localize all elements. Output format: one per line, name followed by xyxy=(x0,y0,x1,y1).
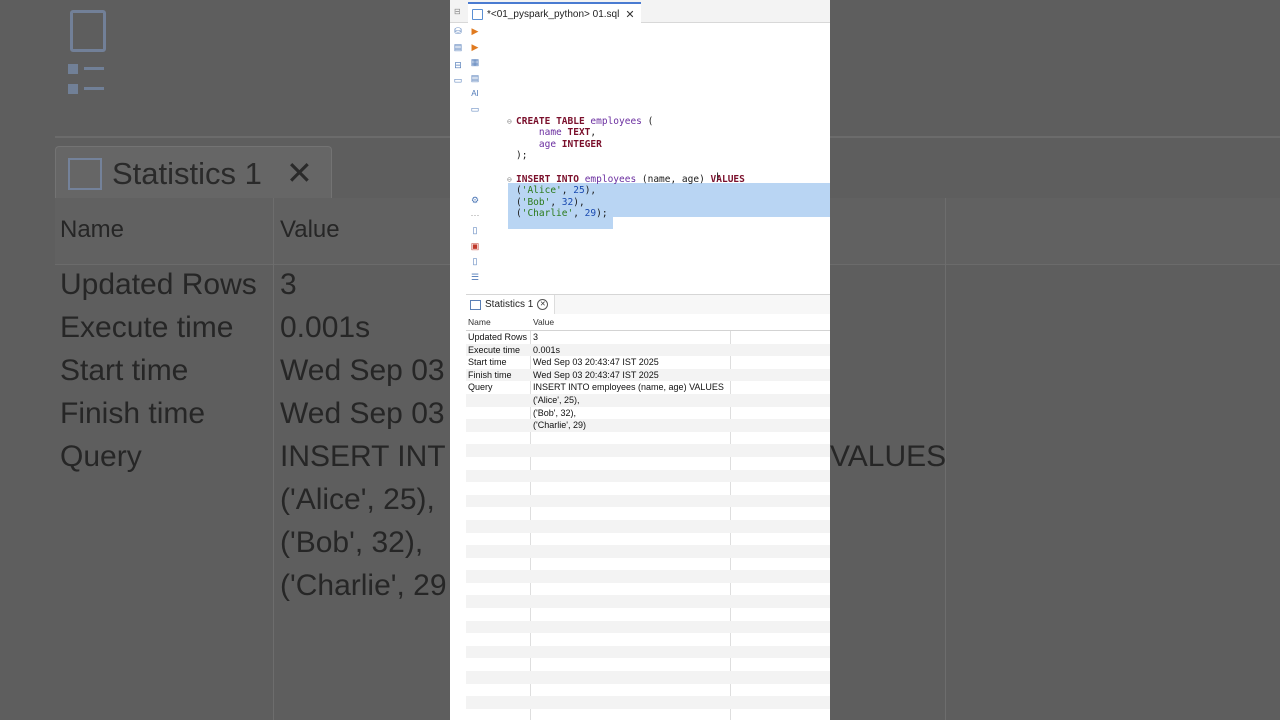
table-row[interactable]: ('Alice', 25), xyxy=(466,393,830,407)
list-icon[interactable]: ☰ xyxy=(470,272,480,282)
empty-row xyxy=(466,595,830,609)
explain-plan-icon[interactable]: ▦ xyxy=(470,57,480,67)
pin-icon: ⊟ xyxy=(454,7,461,16)
code-line: ('Alice', 25), xyxy=(516,185,597,197)
code-line: ); xyxy=(516,150,528,162)
code-line: ⊖ INSERT INTO employees (name, age) VALUE… xyxy=(507,173,745,185)
format-icon[interactable]: ▤ xyxy=(470,73,480,83)
document-icon[interactable]: ▯ xyxy=(470,225,480,235)
bg-extra: ('Charlie', 29 xyxy=(280,569,447,602)
bg-header-name: Name xyxy=(60,216,125,243)
run-icon[interactable]: ▶ xyxy=(470,26,480,36)
code-line: name TEXT, xyxy=(538,127,597,139)
bg-row-value: 3 xyxy=(280,268,297,301)
code-line: ⊖ CREATE TABLE employees ( xyxy=(507,116,654,127)
table-row[interactable]: Updated Rows 3 xyxy=(466,331,830,344)
bg-row-name: Execute time xyxy=(60,311,234,344)
editor-tab-title: *<01_pyspark_python> 01.sql xyxy=(487,8,620,20)
database-icon[interactable]: ⛁ xyxy=(453,26,463,36)
folder-icon[interactable]: ▭ xyxy=(470,104,480,114)
layers-icon[interactable]: ▤ xyxy=(453,42,463,52)
code-line: ('Charlie', 29); xyxy=(516,207,608,219)
empty-row xyxy=(466,658,830,671)
table-row[interactable]: Finish time Wed Sep 03 20:43:47 IST 2025 xyxy=(466,368,830,382)
empty-row xyxy=(466,671,830,684)
tab-statistics-label: Statistics 1 xyxy=(485,299,534,310)
empty-row xyxy=(466,684,830,697)
empty-row xyxy=(466,482,830,495)
table-body: Updated Rows 3 Execute time 0.001s Start t… xyxy=(466,331,830,709)
sql-file-icon xyxy=(70,10,106,52)
pin-icon[interactable]: ⊟ xyxy=(453,60,463,70)
bg-header-value: Value xyxy=(280,216,340,243)
table-header: Name Value xyxy=(466,314,830,331)
close-icon: ✕ xyxy=(286,155,313,191)
table-row[interactable]: ('Charlie', 29) xyxy=(466,419,830,432)
results-tabbar: Statistics 1 ✕ xyxy=(466,294,830,315)
bg-row-value: Wed Sep 03 xyxy=(280,354,445,387)
table-row[interactable]: Query INSERT INTO employees (name, age) V… xyxy=(466,381,830,394)
bg-row-value: Wed Sep 03 xyxy=(280,397,445,430)
window-icon[interactable]: ▭ xyxy=(453,75,463,85)
empty-row xyxy=(466,608,830,621)
empty-row xyxy=(466,633,830,646)
bg-extra: ('Bob', 32), xyxy=(280,526,424,559)
table-row[interactable]: Execute time 0.001s xyxy=(466,343,830,357)
export-icon[interactable]: ▯ xyxy=(470,256,480,266)
editor-tab[interactable]: *<01_pyspark_python> 01.sql ✕ xyxy=(468,2,641,24)
more-icon[interactable]: ⋯ xyxy=(470,210,480,220)
empty-rows xyxy=(466,432,830,709)
editor-tabbar: ⊟ *<01_pyspark_python> 01.sql ✕ xyxy=(450,0,830,24)
grid-icon xyxy=(470,299,481,310)
statistics-table: Name Value Updated Rows 3 Execute time 0.0… xyxy=(466,314,830,720)
bg-row-name: Start time xyxy=(60,354,189,387)
empty-row xyxy=(466,558,830,571)
ide-window: ⊟ *<01_pyspark_python> 01.sql ✕ ⛁ ▤ ⊟ ▭ … xyxy=(450,0,830,720)
empty-row xyxy=(466,570,830,583)
empty-row xyxy=(466,533,830,546)
close-icon[interactable]: ✕ xyxy=(537,299,549,310)
grid-icon xyxy=(68,158,102,190)
ai-assistant-icon[interactable]: AI xyxy=(470,89,480,99)
empty-row xyxy=(466,432,830,445)
bg-row-name: Updated Rows xyxy=(60,268,257,301)
code-line: age INTEGER xyxy=(538,138,602,150)
bg-row-name: Finish time xyxy=(60,397,206,430)
empty-row xyxy=(466,696,830,709)
sql-editor[interactable]: ⊖ CREATE TABLE employees ( name TEXT, age… xyxy=(507,110,830,219)
bg-column-divider xyxy=(273,198,274,720)
header-name[interactable]: Name xyxy=(468,317,491,327)
empty-row xyxy=(466,494,830,508)
empty-row xyxy=(466,545,830,558)
empty-row xyxy=(466,507,830,520)
table-row[interactable]: Start time Wed Sep 03 20:43:47 IST 2025 xyxy=(466,356,830,369)
empty-row xyxy=(466,519,830,533)
empty-row xyxy=(466,444,830,457)
empty-row xyxy=(466,645,830,659)
outline-icon xyxy=(68,62,104,96)
header-value[interactable]: Value xyxy=(533,317,554,327)
empty-row xyxy=(466,457,830,470)
lock-icon[interactable]: ▣ xyxy=(470,241,480,251)
table-row[interactable]: ('Bob', 32), xyxy=(466,407,830,420)
text-cursor-icon: I xyxy=(716,171,720,183)
bg-row-value: INSERT INT xyxy=(280,440,446,473)
run-script-icon[interactable]: ▶ xyxy=(470,42,480,52)
bg-row-value: 0.001s xyxy=(280,311,371,344)
empty-row xyxy=(466,583,830,596)
bg-row-name: Query xyxy=(60,440,142,473)
empty-row xyxy=(466,620,830,634)
gear-icon[interactable]: ⚙ xyxy=(470,195,480,205)
empty-row xyxy=(466,469,830,483)
close-icon[interactable]: ✕ xyxy=(625,8,634,21)
tab-statistics[interactable]: Statistics 1 ✕ xyxy=(466,295,556,314)
bg-extra: ('Alice', 25), xyxy=(280,483,435,516)
sql-file-icon xyxy=(472,8,483,20)
bg-tab-label: Statistics 1 xyxy=(112,156,262,191)
code-line: ('Bob', 32), xyxy=(516,196,585,208)
bg-values-text: VALUES xyxy=(830,440,947,473)
